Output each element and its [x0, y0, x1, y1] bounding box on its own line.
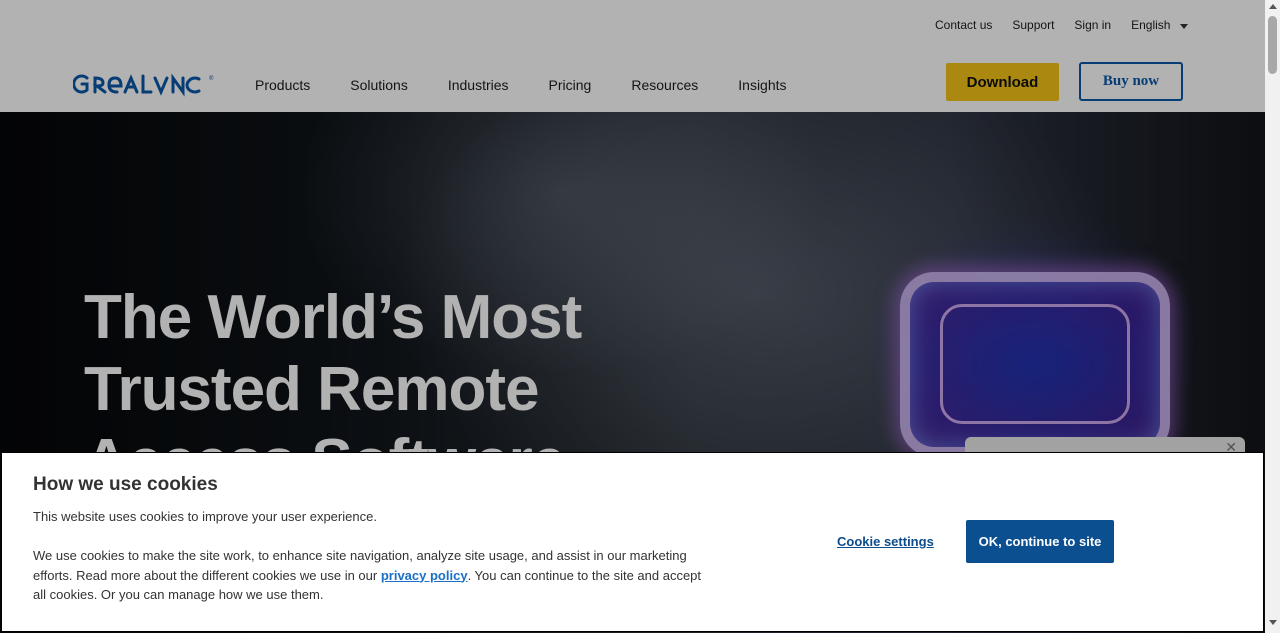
scrollbar[interactable] [1265, 0, 1280, 633]
scroll-down-arrow-icon[interactable] [1269, 620, 1277, 625]
scroll-up-arrow-icon[interactable] [1269, 4, 1277, 9]
cookie-body: We use cookies to make the site work, to… [33, 546, 703, 605]
cookie-banner: How we use cookies This website uses coo… [1, 452, 1264, 632]
cookie-subtitle: This website uses cookies to improve you… [33, 509, 377, 524]
accept-cookies-button[interactable]: OK, continue to site [966, 520, 1114, 563]
privacy-policy-link[interactable]: privacy policy [381, 568, 468, 583]
cookie-title: How we use cookies [33, 474, 218, 495]
cookie-settings-button[interactable]: Cookie settings [837, 534, 934, 549]
scroll-thumb[interactable] [1268, 16, 1277, 74]
